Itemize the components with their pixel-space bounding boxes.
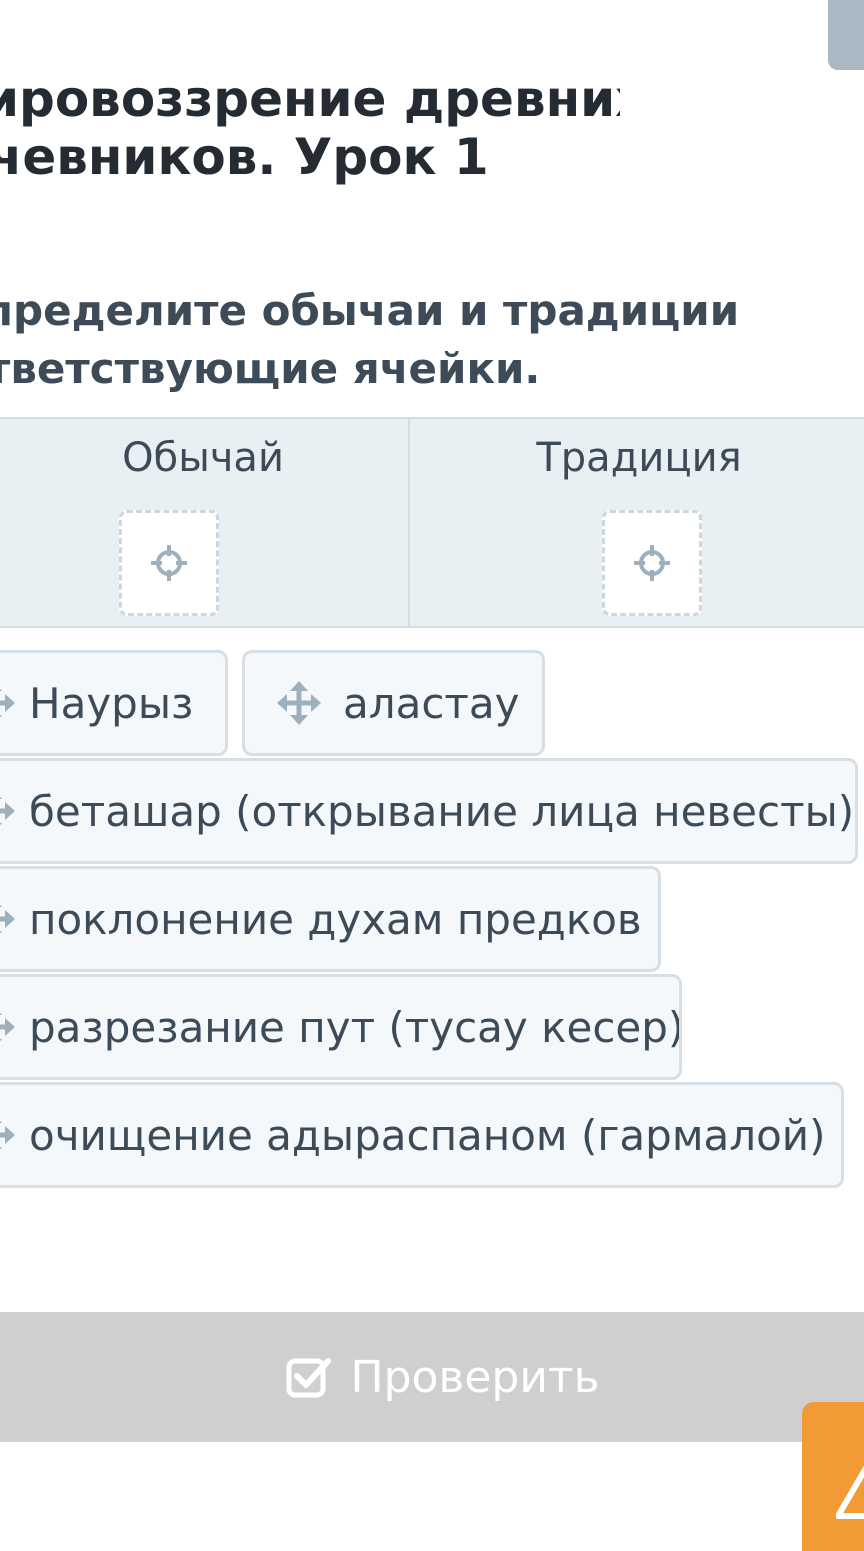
column-custom: Обычай [0,419,410,626]
chip-label: очищение адыраспаном (гармалой) [29,1110,826,1160]
help-button[interactable] [802,1402,864,1551]
draggable-chip-ancestor-spirits[interactable]: поклонение духам предков [0,866,661,972]
column-tradition: Традиция [410,419,864,626]
sorting-table: Обычай Традиция [0,417,864,628]
move-arrows-icon [277,681,321,725]
task-instruction-line-2: тветствующие ячейки. [0,344,541,393]
column-header-custom: Обычай [122,435,284,481]
draggable-chip-nauryz[interactable]: Наурыз [0,650,228,756]
move-arrows-icon [0,1012,15,1042]
draggable-chip-adyraspan[interactable]: очищение адыраспаном (гармалой) [0,1082,844,1188]
chip-label: аластау [343,678,520,728]
checkbox-check-icon [286,1358,332,1398]
move-arrows-icon [0,796,15,826]
check-answer-button[interactable]: Проверить [0,1312,864,1442]
top-corner-button[interactable] [828,0,864,70]
chip-label: Наурыз [29,678,194,728]
move-arrows-icon [0,688,15,718]
draggable-chip-tusau-keser[interactable]: разрезание пут (тусау кесер) [0,974,682,1080]
lesson-title: ировоззрение древних чевников. Урок 1 [0,70,620,186]
warning-triangle-icon [836,1465,864,1519]
check-answer-label: Проверить [350,1351,600,1403]
drop-zone-custom[interactable] [119,510,219,616]
chip-label: беташар (открывание лица невесты) [29,786,855,836]
draggable-chip-alastau[interactable]: аластау [242,650,545,756]
move-arrows-icon [0,904,15,934]
drop-zone-tradition[interactable] [602,510,702,616]
column-header-tradition: Традиция [536,435,742,481]
move-arrows-icon [0,1120,15,1150]
lesson-title-line-1: ировоззрение древних [0,70,620,128]
draggable-chip-betashar[interactable]: беташар (открывание лица невесты) [0,758,858,864]
crosshair-target-icon [151,545,187,581]
crosshair-target-icon [634,545,670,581]
lesson-title-line-2: чевников. Урок 1 [0,128,489,186]
task-instruction-line-1: пределите обычаи и традиции в [0,286,740,335]
chip-label: поклонение духам предков [29,894,642,944]
chip-label: разрезание пут (тусау кесер) [29,1002,682,1052]
task-instruction: пределите обычаи и традиции в тветствующ… [0,282,740,398]
